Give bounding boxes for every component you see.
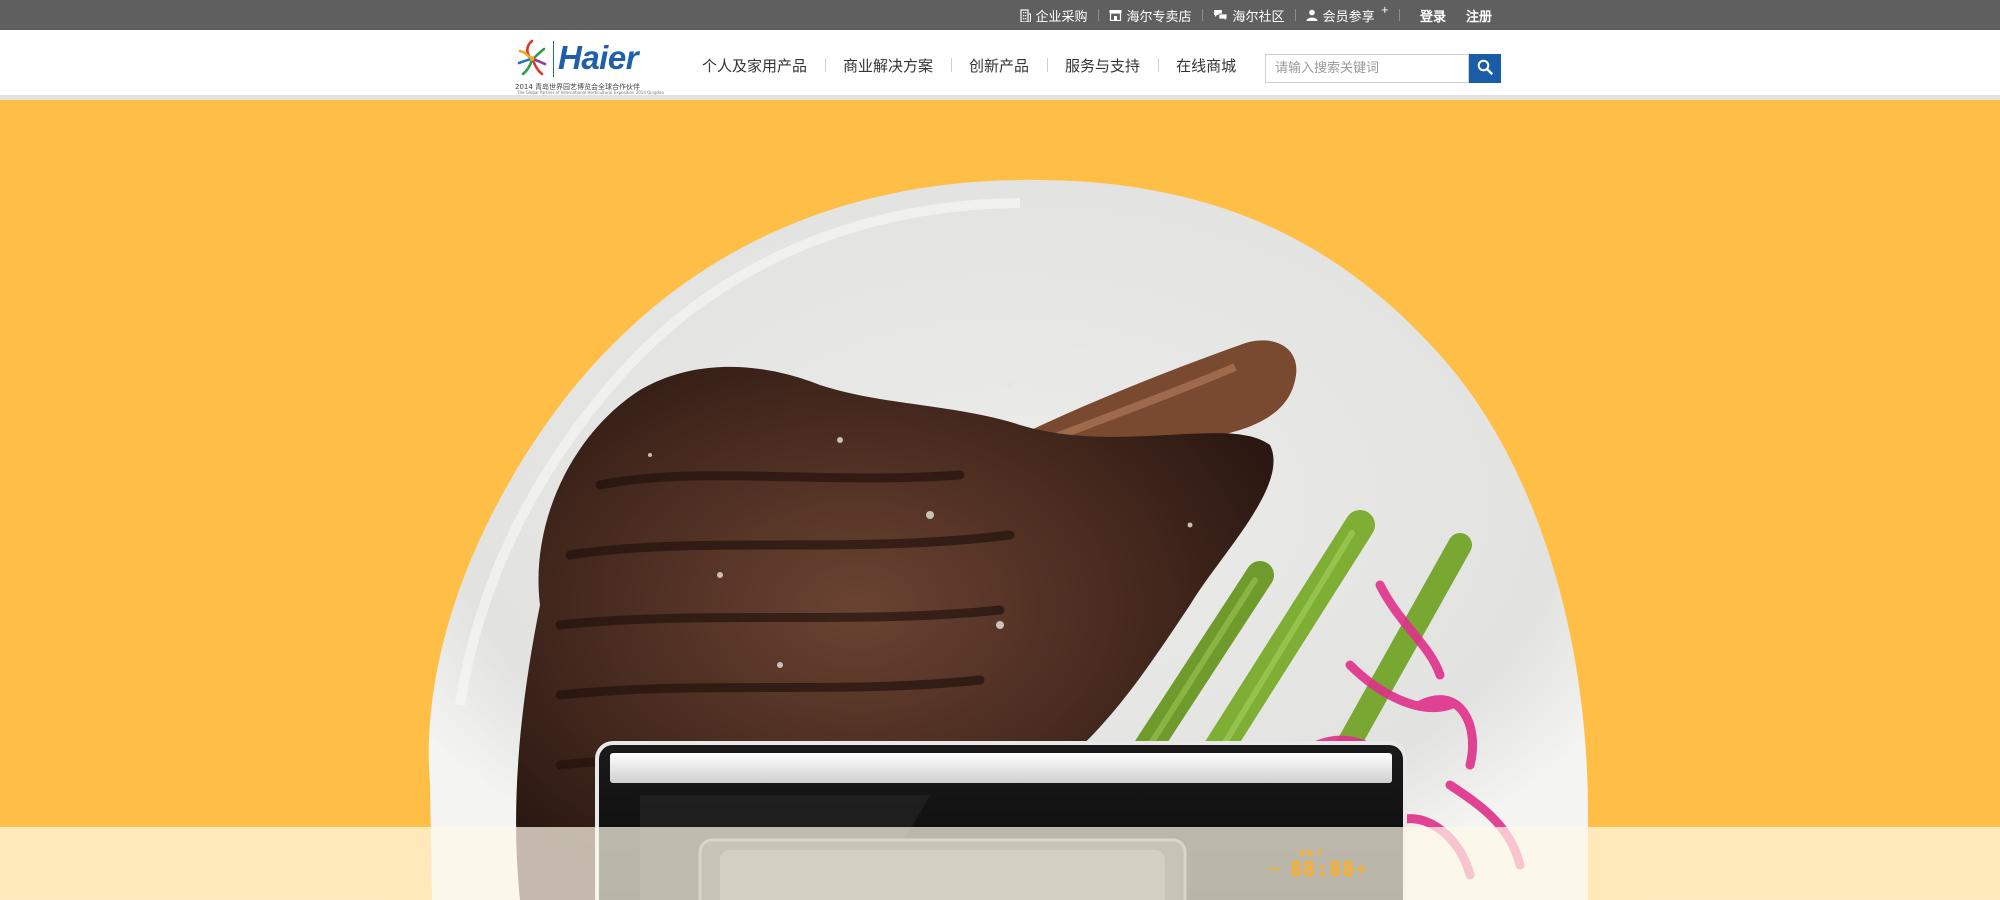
top-links: 企业采购 海尔专卖店 海尔社区 会员参享 + 登录 注册 (1019, 0, 1492, 30)
search-button[interactable] (1469, 54, 1501, 83)
oven-plus-button: + (1353, 859, 1369, 880)
oven-status-icons: ▮◉◔ (1300, 848, 1325, 857)
community-label: 海尔社区 (1232, 9, 1285, 25)
corporate-purchase-link[interactable]: 企业采购 (1019, 6, 1088, 25)
expo-emblem-icon (513, 37, 551, 79)
nav-business-solutions[interactable]: 商业解决方案 (825, 55, 951, 76)
main-header: Haier 2014 青岛世界园艺博览会全球合作伙伴 The Global Pa… (0, 30, 2000, 100)
divider (1398, 9, 1400, 21)
divider (1097, 9, 1099, 21)
hero-banner[interactable]: ▮◉◔ − 88:88 + (0, 105, 2000, 900)
membership-label: 会员参享 (1322, 9, 1375, 25)
main-nav: 个人及家用产品 商业解决方案 创新产品 服务与支持 在线商城 (684, 30, 1254, 100)
search-input[interactable] (1265, 54, 1469, 83)
register-link[interactable]: 注册 (1466, 6, 1492, 25)
store-icon (1109, 9, 1122, 21)
hero-image (428, 179, 1589, 900)
user-icon (1306, 9, 1318, 21)
store-label: 海尔专卖店 (1126, 9, 1192, 25)
search-box (1265, 54, 1501, 83)
building-icon (1019, 8, 1031, 22)
membership-link[interactable]: 会员参享 + (1306, 4, 1389, 25)
nav-service-support[interactable]: 服务与支持 (1047, 55, 1158, 76)
divider (1294, 9, 1296, 21)
nav-innovative-products[interactable]: 创新产品 (951, 55, 1047, 76)
haier-wordmark: Haier (558, 39, 639, 76)
login-link[interactable]: 登录 (1420, 6, 1446, 25)
logo-divider (553, 41, 554, 77)
auth-links: 登录 注册 (1420, 6, 1492, 25)
divider (1201, 9, 1203, 21)
chat-icon (1213, 9, 1228, 21)
membership-plus: + (1380, 4, 1389, 16)
top-utility-bar: 企业采购 海尔专卖店 海尔社区 会员参享 + 登录 注册 (0, 0, 2000, 30)
search-icon (1477, 59, 1493, 78)
hero-bottom-band (0, 827, 2000, 900)
store-link[interactable]: 海尔专卖店 (1109, 6, 1192, 25)
nav-personal-home-products[interactable]: 个人及家用产品 (684, 55, 825, 76)
haier-logo[interactable]: Haier 2014 青岛世界园艺博览会全球合作伙伴 The Global Pa… (513, 37, 664, 95)
logo-caption-small: The Global Partner of International Hort… (517, 90, 664, 95)
community-link[interactable]: 海尔社区 (1213, 6, 1285, 25)
oven-minus-button: − (1266, 859, 1282, 880)
nav-online-mall[interactable]: 在线商城 (1158, 55, 1254, 76)
oven-time-display: 88:88 (1290, 857, 1356, 881)
corporate-purchase-label: 企业采购 (1035, 9, 1088, 25)
